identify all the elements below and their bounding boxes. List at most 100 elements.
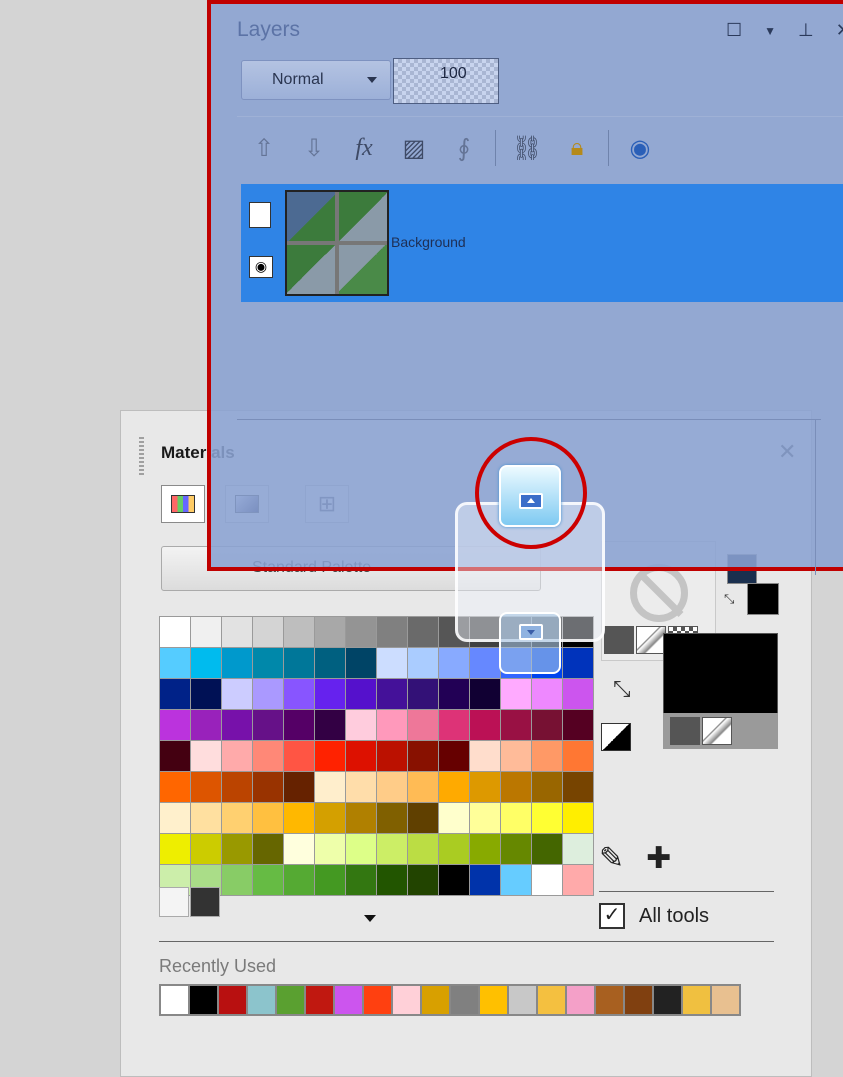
recent-swatch[interactable]	[277, 986, 304, 1014]
recent-swatch[interactable]	[364, 986, 391, 1014]
palette-swatch[interactable]	[408, 710, 438, 740]
recent-swatch[interactable]	[335, 986, 362, 1014]
palette-swatch[interactable]	[563, 648, 593, 678]
palette-swatch[interactable]	[191, 834, 221, 864]
palette-swatch[interactable]	[439, 865, 469, 895]
recent-swatch[interactable]	[306, 986, 333, 1014]
palette-swatch[interactable]	[284, 772, 314, 802]
palette-swatch[interactable]	[532, 834, 562, 864]
palette-swatch[interactable]	[532, 772, 562, 802]
palette-swatch[interactable]	[315, 710, 345, 740]
palette-swatch[interactable]	[408, 679, 438, 709]
palette-swatch[interactable]	[346, 865, 376, 895]
palette-swatch[interactable]	[377, 617, 407, 647]
palette-swatch[interactable]	[563, 772, 593, 802]
maximize-icon[interactable]: ☐	[726, 20, 742, 41]
palette-swatch[interactable]	[191, 617, 221, 647]
palette-swatch[interactable]	[160, 834, 190, 864]
palette-swatch[interactable]	[532, 710, 562, 740]
palette-swatch[interactable]	[160, 679, 190, 709]
palette-swatch[interactable]	[377, 772, 407, 802]
palette-swatch[interactable]	[160, 648, 190, 678]
palette-extra-row[interactable]	[159, 887, 220, 917]
palette-swatch[interactable]	[377, 834, 407, 864]
palette-swatch[interactable]	[160, 741, 190, 771]
palette-swatch[interactable]	[222, 648, 252, 678]
move-layer-up-icon[interactable]: ⇧	[245, 128, 283, 168]
dock-bottom-button[interactable]	[499, 612, 561, 674]
palette-swatch[interactable]	[222, 617, 252, 647]
palette-swatch[interactable]	[470, 741, 500, 771]
palette-swatch[interactable]	[315, 834, 345, 864]
palette-swatch[interactable]	[501, 834, 531, 864]
move-layer-down-icon[interactable]: ⇩	[295, 128, 333, 168]
palette-swatch[interactable]	[377, 865, 407, 895]
palette-swatch[interactable]	[439, 679, 469, 709]
palette-swatch[interactable]	[408, 648, 438, 678]
palette-swatch[interactable]	[563, 710, 593, 740]
bg-color-type-button[interactable]	[670, 717, 700, 745]
palette-swatch[interactable]	[501, 741, 531, 771]
recent-swatch[interactable]	[654, 986, 681, 1014]
palette-swatch[interactable]	[377, 803, 407, 833]
palette-swatch[interactable]	[563, 865, 593, 895]
new-layer-icon[interactable]: ◉	[621, 128, 659, 168]
bg-gradient-type-button[interactable]	[702, 717, 732, 745]
recent-swatch[interactable]	[509, 986, 536, 1014]
palette-swatch[interactable]	[563, 834, 593, 864]
palette-swatch[interactable]	[284, 710, 314, 740]
recent-swatch[interactable]	[393, 986, 420, 1014]
palette-swatch[interactable]	[408, 834, 438, 864]
edit-mask-icon[interactable]: ▨	[395, 128, 433, 168]
lock-icon[interactable]: 🔒︎	[558, 128, 596, 168]
recent-swatch[interactable]	[422, 986, 449, 1014]
chevron-down-icon[interactable]: ▼	[764, 24, 776, 41]
palette-swatch[interactable]	[190, 887, 220, 917]
palette-swatch[interactable]	[159, 887, 189, 917]
layer-row-background[interactable]: ◉ Background	[241, 184, 843, 302]
palette-swatch[interactable]	[222, 772, 252, 802]
palette-swatch[interactable]	[160, 617, 190, 647]
palette-swatch[interactable]	[377, 679, 407, 709]
recent-swatch[interactable]	[161, 986, 188, 1014]
palette-swatch[interactable]	[563, 741, 593, 771]
palette-swatch[interactable]	[222, 679, 252, 709]
palette-swatch[interactable]	[377, 710, 407, 740]
palette-swatch[interactable]	[439, 803, 469, 833]
palette-swatch[interactable]	[501, 679, 531, 709]
palette-swatch[interactable]	[253, 772, 283, 802]
palette-swatch[interactable]	[408, 803, 438, 833]
palette-swatch[interactable]	[532, 803, 562, 833]
default-colors-icon[interactable]	[601, 723, 631, 751]
palette-swatch[interactable]	[222, 834, 252, 864]
recent-swatch[interactable]	[596, 986, 623, 1014]
palette-swatch[interactable]	[470, 772, 500, 802]
palette-swatch[interactable]	[315, 648, 345, 678]
palette-swatch[interactable]	[284, 865, 314, 895]
palette-swatch[interactable]	[377, 741, 407, 771]
eyedropper-icon[interactable]: ✎	[599, 841, 624, 876]
chevron-down-icon[interactable]	[364, 915, 376, 922]
palette-swatch[interactable]	[222, 865, 252, 895]
layer-effects-icon[interactable]: fx	[345, 128, 383, 168]
palette-swatch[interactable]	[346, 617, 376, 647]
palette-swatch[interactable]	[439, 710, 469, 740]
palette-swatch[interactable]	[253, 710, 283, 740]
palette-swatch[interactable]	[284, 803, 314, 833]
palette-swatch[interactable]	[532, 679, 562, 709]
palette-swatch[interactable]	[191, 803, 221, 833]
palette-swatch[interactable]	[253, 679, 283, 709]
palette-swatch[interactable]	[253, 834, 283, 864]
palette-swatch[interactable]	[191, 710, 221, 740]
palette-swatch[interactable]	[253, 617, 283, 647]
palette-swatch[interactable]	[439, 648, 469, 678]
palette-swatch[interactable]	[439, 772, 469, 802]
palette-swatch[interactable]	[160, 803, 190, 833]
palette-swatch[interactable]	[191, 679, 221, 709]
recent-swatch[interactable]	[538, 986, 565, 1014]
palette-swatch[interactable]	[470, 710, 500, 740]
palette-swatch[interactable]	[346, 710, 376, 740]
palette-swatch[interactable]	[408, 772, 438, 802]
gradient-type-button[interactable]	[636, 626, 666, 654]
palette-swatch[interactable]	[315, 772, 345, 802]
